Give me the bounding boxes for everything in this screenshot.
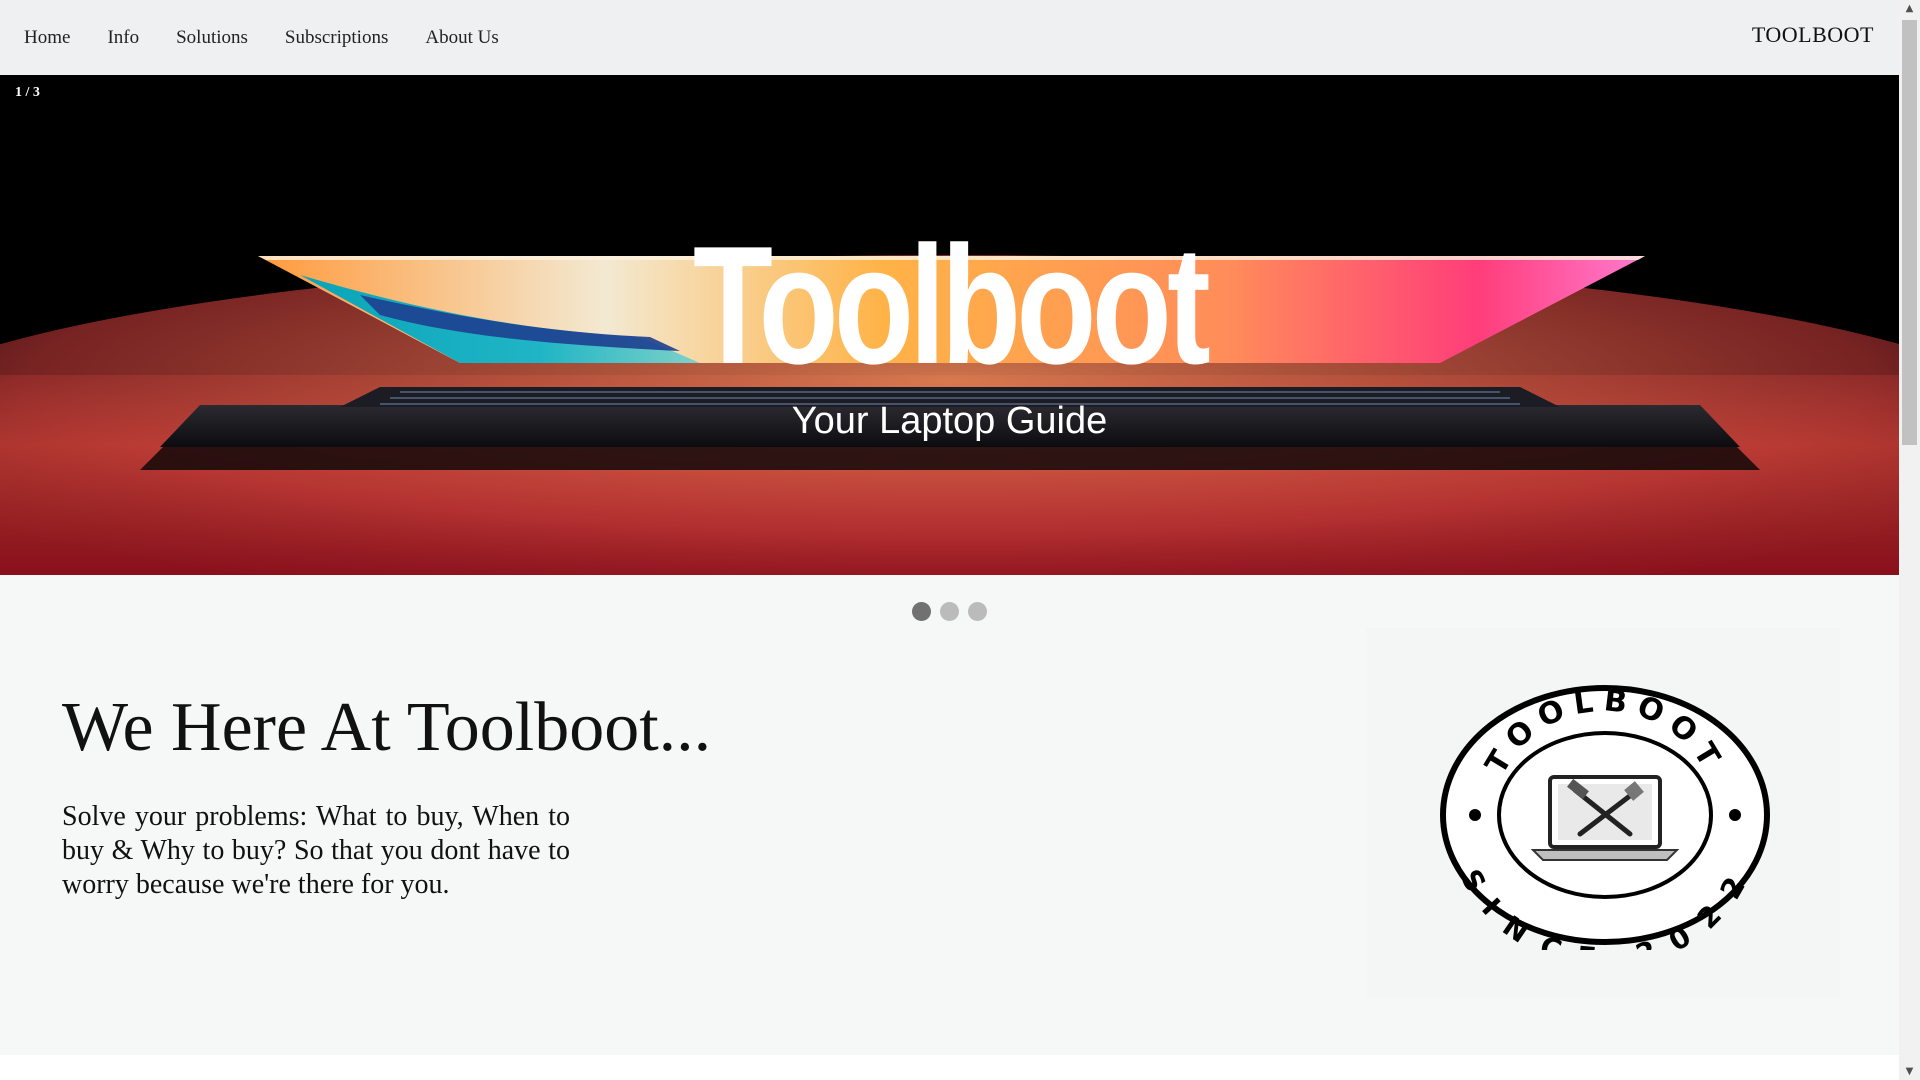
laptop-tools-icon <box>1530 775 1680 861</box>
toolboot-logo: TOOLBOOT SINCE 2022 <box>1440 683 1770 950</box>
nav-link-info[interactable]: Info <box>95 27 164 49</box>
slide-dot-3[interactable] <box>968 602 987 621</box>
nav-link-subscriptions[interactable]: Subscriptions <box>273 27 413 49</box>
section-divider <box>0 1055 1899 1080</box>
scroll-thumb[interactable] <box>1902 20 1917 445</box>
hero-subtitle: Your Laptop Guide <box>791 400 1108 442</box>
page: Home Info Solutions Subscriptions About … <box>0 0 1920 1080</box>
page-scrollbar[interactable]: ▲ ▼ <box>1899 0 1920 1080</box>
nav-link-home[interactable]: Home <box>12 27 95 49</box>
about-text: Solve your problems: What to buy, When t… <box>62 801 570 900</box>
arrow-down-icon[interactable]: ▼ <box>1899 1063 1920 1080</box>
top-navbar: Home Info Solutions Subscriptions About … <box>0 0 1899 75</box>
slide-dot-2[interactable] <box>940 602 959 621</box>
arrow-up-icon[interactable]: ▲ <box>1899 0 1920 17</box>
nav-link-solutions[interactable]: Solutions <box>164 27 273 49</box>
brand-name[interactable]: TOOLBOOT <box>1752 22 1874 48</box>
nav-link-about-us[interactable]: About Us <box>413 27 523 49</box>
slide-dot-1[interactable] <box>912 602 931 621</box>
hero-slideshow: 1 / 3 Toolboot Your Laptop Guide <box>0 75 1899 575</box>
nav-links: Home Info Solutions Subscriptions About … <box>12 27 524 49</box>
slide-dots <box>0 602 1899 621</box>
about-heading: We Here At Toolboot... <box>62 689 712 766</box>
hero-title: Toolboot <box>692 211 1211 399</box>
slide-counter: 1 / 3 <box>15 85 40 100</box>
